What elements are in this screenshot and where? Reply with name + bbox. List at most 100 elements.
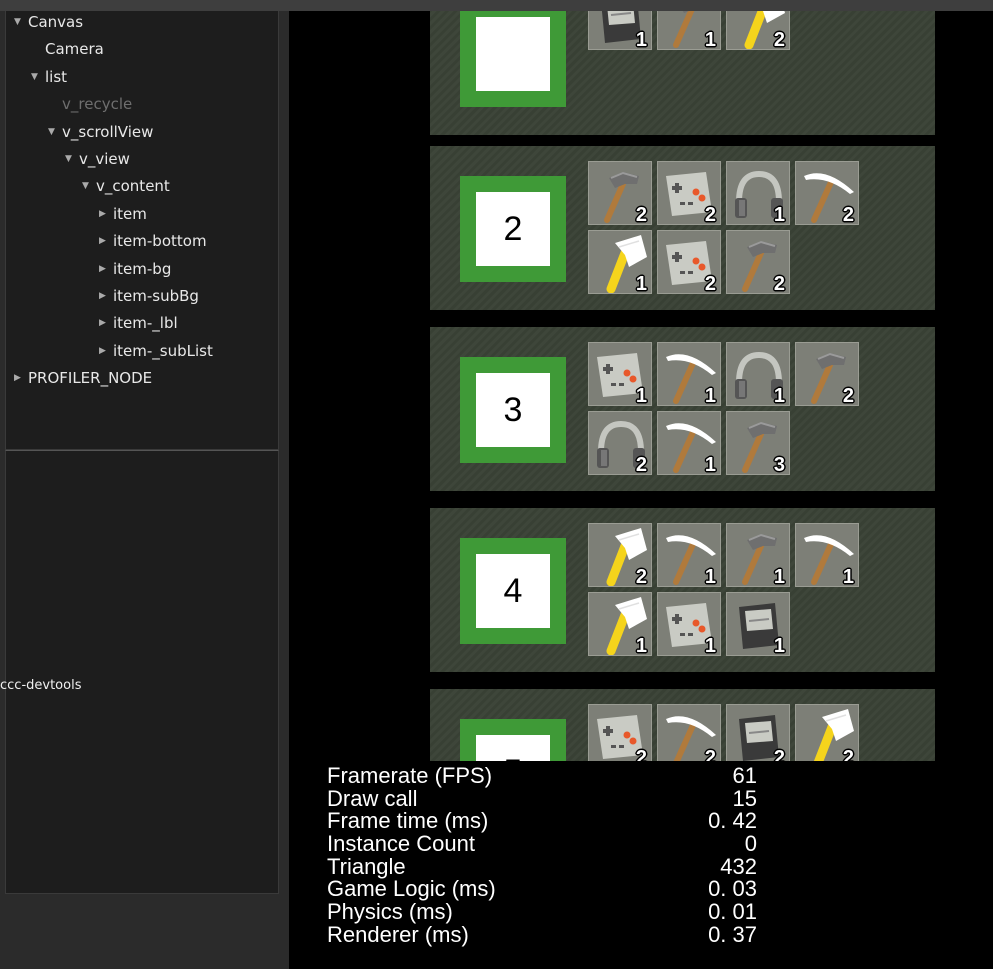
item-slot[interactable]: 2	[588, 523, 652, 587]
item-slot[interactable]: 2	[588, 704, 652, 761]
profiler-stats: Framerate (FPS) 61 Draw call 15 Frame time (…	[327, 763, 757, 947]
item-slot[interactable]: 1	[657, 342, 721, 406]
tree-node-item-bg[interactable]: ▶ item-bg	[99, 256, 171, 283]
item-number-label: 2	[476, 192, 550, 266]
item-count: 1	[635, 29, 647, 50]
item-slot[interactable]: 1	[726, 523, 790, 587]
caret-right-icon[interactable]: ▶	[99, 256, 113, 283]
item-slot[interactable]: 1	[726, 592, 790, 656]
profiler-row: Physics (ms) 0. 01	[327, 899, 757, 925]
item-slot[interactable]: 1	[657, 592, 721, 656]
caret-down-icon[interactable]: ▼	[31, 64, 45, 91]
tree-node-camera[interactable]: Camera	[31, 36, 104, 63]
caret-down-icon[interactable]: ▼	[82, 173, 96, 200]
item-slot[interactable]: 1	[588, 230, 652, 294]
caret-down-icon[interactable]: ▼	[65, 146, 79, 173]
item-slot[interactable]: 2	[795, 342, 859, 406]
top-toolbar	[0, 0, 993, 11]
caret-right-icon[interactable]: ▶	[99, 228, 113, 255]
item-slot[interactable]: 2	[795, 161, 859, 225]
item-count: 1	[773, 566, 785, 587]
item-slot[interactable]: 2	[657, 704, 721, 761]
item-slot[interactable]: 1	[657, 523, 721, 587]
item-slot[interactable]: 1	[657, 411, 721, 475]
caret-down-icon[interactable]: ▼	[14, 9, 28, 36]
item-slot[interactable]: 2	[657, 161, 721, 225]
profiler-value: 0. 42	[708, 808, 757, 834]
item-badge: 4	[460, 538, 566, 644]
item-slot[interactable]: 2	[588, 161, 652, 225]
item-slot[interactable]: 1	[657, 11, 721, 50]
item-slot[interactable]: 2	[588, 411, 652, 475]
caret-down-icon[interactable]: ▼	[48, 119, 62, 146]
item-slot[interactable]: 2	[726, 704, 790, 761]
tree-node-item-lbl[interactable]: ▶ item-_lbl	[99, 310, 178, 337]
tree-node-v-content[interactable]: ▼ v_content	[82, 173, 170, 200]
game-view[interactable]: 11222212122311122134211111152222 Framera…	[289, 11, 993, 969]
item-count: 1	[704, 635, 716, 656]
tree-node-v-recycle[interactable]: v_recycle	[48, 91, 132, 118]
caret-right-icon[interactable]: ▶	[99, 338, 113, 365]
profiler-row: Renderer (ms) 0. 37	[327, 921, 757, 947]
profiler-value: 0	[744, 831, 757, 857]
tree-node-label: item-bottom	[113, 232, 207, 251]
item-count: 1	[773, 385, 785, 406]
list-item[interactable]: 1 1 2	[430, 11, 935, 135]
caret-right-icon[interactable]: ▶	[99, 201, 113, 228]
caret-right-icon[interactable]: ▶	[14, 365, 28, 392]
item-slot[interactable]: 2	[795, 704, 859, 761]
tree-node-canvas[interactable]: ▼ Canvas	[14, 9, 83, 36]
tree-node-label: item	[113, 204, 147, 223]
item-number-label: 3	[476, 373, 550, 447]
list-item[interactable]: 4 2 1 1 1 1 1 1	[430, 508, 935, 672]
tree-node-profiler-node[interactable]: ▶ PROFILER_NODE	[14, 365, 152, 392]
list-item[interactable]: 2 2 2 1 2 1 2 2	[430, 146, 935, 310]
profiler-value: 0. 37	[708, 921, 757, 947]
item-count: 1	[704, 385, 716, 406]
caret-right-icon[interactable]: ▶	[99, 283, 113, 310]
profiler-label: Physics (ms)	[327, 899, 453, 925]
item-slot[interactable]: 2	[657, 230, 721, 294]
item-slot[interactable]: 1	[588, 11, 652, 50]
tree-node-item-sublist[interactable]: ▶ item-_subList	[99, 338, 213, 365]
tree-node-item-subbg[interactable]: ▶ item-subBg	[99, 283, 199, 310]
item-badge: 5	[460, 719, 566, 761]
tree-node-list[interactable]: ▼ list	[31, 64, 67, 91]
item-count: 2	[773, 747, 785, 761]
profiler-row: Draw call 15	[327, 787, 757, 811]
tree-node-item[interactable]: ▶ item	[99, 201, 147, 228]
item-slot[interactable]: 2	[726, 230, 790, 294]
item-slot[interactable]: 1	[588, 592, 652, 656]
item-count: 1	[773, 635, 785, 656]
tree-node-label: v_scrollView	[62, 122, 154, 141]
profiler-label: Framerate (FPS)	[327, 763, 493, 788]
item-count: 1	[635, 273, 647, 294]
tree-node-label: v_recycle	[62, 95, 133, 114]
profiler-label: Game Logic (ms)	[327, 876, 496, 902]
item-count: 2	[704, 747, 716, 761]
item-count: 2	[773, 29, 785, 50]
item-slot[interactable]: 1	[726, 342, 790, 406]
item-count: 1	[635, 635, 647, 656]
profiler-row: Game Logic (ms) 0. 03	[327, 878, 757, 901]
profiler-label: Instance Count	[327, 831, 475, 857]
item-count: 2	[635, 204, 647, 225]
item-slot[interactable]: 1	[726, 161, 790, 225]
item-count: 2	[773, 273, 785, 294]
item-slot[interactable]: 3	[726, 411, 790, 475]
item-count: 2	[842, 385, 854, 406]
item-badge: 2	[460, 176, 566, 282]
tree-node-v-view[interactable]: ▼ v_view	[65, 146, 130, 173]
list-item[interactable]: 5 2 2 2 2	[430, 689, 935, 761]
item-count: 2	[842, 204, 854, 225]
item-slot[interactable]: 2	[726, 11, 790, 50]
item-number-label: 5	[476, 735, 550, 761]
item-count: 2	[704, 273, 716, 294]
tree-node-item-bottom[interactable]: ▶ item-bottom	[99, 228, 207, 255]
tree-node-v-scrollview[interactable]: ▼ v_scrollView	[48, 119, 153, 146]
list-item[interactable]: 3 1 1 1 2 2 1 3	[430, 327, 935, 491]
item-slot[interactable]: 1	[588, 342, 652, 406]
caret-right-icon[interactable]: ▶	[99, 310, 113, 337]
item-slot[interactable]: 1	[795, 523, 859, 587]
tree-node-label: Camera	[45, 40, 104, 59]
